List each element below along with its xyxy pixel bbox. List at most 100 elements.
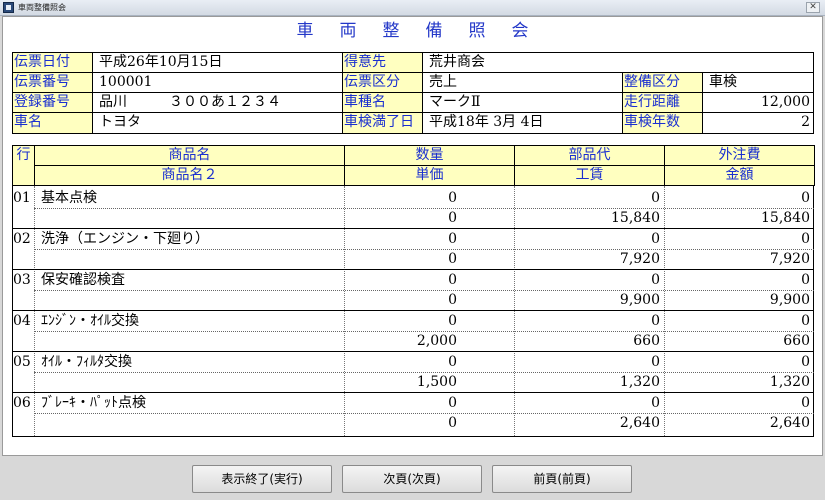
tokuisaki-value: 荒井商会 [422,52,814,73]
shaken-manryobi-label: 車検満了日 [342,112,423,134]
row-divider [34,372,814,373]
shamei-value: トヨタ [92,112,343,134]
row-buhindai: 0 [651,190,660,206]
row-buhindai: 0 [651,272,660,288]
detail-table: 行 商品名 商品名２ 数量 単価 部品代 工賃 外注費 金額 01 基本点検 0… [12,145,815,437]
close-icon[interactable]: ✕ [806,2,820,13]
row-divider [34,208,814,209]
row-suryo: 0 [448,231,457,247]
toroku-bango-label: 登録番号 [12,92,93,113]
row-gaichuhi: 0 [801,190,810,206]
row-tanka: 0 [448,210,457,226]
row-separator [13,351,814,352]
denpyo-bango-value: 100001 [92,72,343,93]
row-tanka: 2,000 [416,333,457,349]
row-divider [34,249,814,250]
row-suryo: 0 [448,272,457,288]
col-header-gaichuhi: 外注費 [664,145,815,166]
seibi-kubun-label: 整備区分 [622,72,703,93]
row-divider [34,290,814,291]
row-gaichuhi: 0 [801,313,810,329]
shamei-label: 車名 [12,112,93,134]
row-shohinmei: 基本点検 [41,190,97,206]
row-separator [13,269,814,270]
row-separator [13,310,814,311]
row-tanka: 1,500 [416,374,457,390]
row-kingaku: 1,320 [769,374,810,390]
row-suryo: 0 [448,395,457,411]
row-separator [13,228,814,229]
shashu-mei-value: マークⅡ [422,92,623,113]
col-header-tanka: 単価 [344,165,515,186]
row-divider [34,331,814,332]
row-kochin: 7,920 [619,251,660,267]
row-kochin: 2,640 [619,415,660,431]
row-kingaku: 7,920 [769,251,810,267]
app-icon [3,2,14,13]
col-header-suryo: 数量 [344,145,515,166]
shaken-manryobi-value: 平成18年 3月 4日 [422,112,623,134]
row-divider [34,413,814,414]
row-kochin: 1,320 [619,374,660,390]
row-kochin: 660 [633,333,660,349]
denpyo-kubun-label: 伝票区分 [342,72,423,93]
row-tanka: 0 [448,415,457,431]
prev-page-button[interactable]: 前頁(前頁) [492,465,632,493]
row-suryo: 0 [448,313,457,329]
row-no: 02 [13,231,31,247]
col-header-gyo: 行 [12,145,35,186]
row-no: 06 [13,395,31,411]
col-header-shohinmei2: 商品名２ [34,165,345,186]
row-kochin: 9,900 [619,292,660,308]
row-suryo: 0 [448,190,457,206]
denpyo-hizuke-value: 平成26年10月15日 [92,52,343,73]
soko-kyori-label: 走行距離 [622,92,703,113]
row-shohinmei: ﾌﾞﾚｰｷ・ﾊﾟｯﾄ点検 [41,395,146,411]
denpyo-bango-label: 伝票番号 [12,72,93,93]
row-tanka: 0 [448,292,457,308]
soko-kyori-value: 12,000 [702,92,814,113]
exit-button[interactable]: 表示終了(実行) [192,465,332,493]
col-sep [664,186,665,436]
tokuisaki-label: 得意先 [342,52,423,73]
denpyo-kubun-value: 売上 [422,72,623,93]
row-gaichuhi: 0 [801,272,810,288]
row-buhindai: 0 [651,354,660,370]
page-title: 車両整備照会 [296,21,555,41]
toroku-bango-value: 品川 ３００あ１２３４ [92,92,343,113]
row-gaichuhi: 0 [801,354,810,370]
row-shohinmei: 洗浄（エンジン・下廻り） [41,231,209,247]
row-no: 04 [13,313,31,329]
col-sep [344,186,345,436]
shaken-nensu-label: 車検年数 [622,112,703,134]
row-gaichuhi: 0 [801,231,810,247]
row-kochin: 15,840 [611,210,660,226]
row-no: 01 [13,190,31,206]
row-kingaku: 2,640 [769,415,810,431]
row-kingaku: 15,840 [761,210,810,226]
denpyo-hizuke-label: 伝票日付 [12,52,93,73]
row-separator [13,392,814,393]
col-header-shohinmei: 商品名 [34,145,345,166]
row-kingaku: 9,900 [769,292,810,308]
row-shohinmei: ｵｲﾙ・ﾌｨﾙﾀ交換 [41,354,132,370]
row-suryo: 0 [448,354,457,370]
row-tanka: 0 [448,251,457,267]
row-kingaku: 660 [783,333,810,349]
row-buhindai: 0 [651,313,660,329]
col-header-kochin: 工賃 [514,165,665,186]
window-titlebar: 車両整備照会 ✕ [0,0,825,16]
col-header-kingaku: 金額 [664,165,815,186]
row-no: 03 [13,272,31,288]
seibi-kubun-value: 車検 [702,72,814,93]
next-page-button[interactable]: 次頁(次頁) [342,465,482,493]
shashu-mei-label: 車種名 [342,92,423,113]
row-shohinmei: ｴﾝｼﾞﾝ・ｵｲﾙ交換 [41,313,139,329]
row-no: 05 [13,354,31,370]
window-title: 車両整備照会 [18,3,66,12]
shaken-nensu-value: 2 [702,112,814,134]
col-sep [514,186,515,436]
row-buhindai: 0 [651,231,660,247]
row-buhindai: 0 [651,395,660,411]
row-shohinmei: 保安確認検査 [41,272,125,288]
